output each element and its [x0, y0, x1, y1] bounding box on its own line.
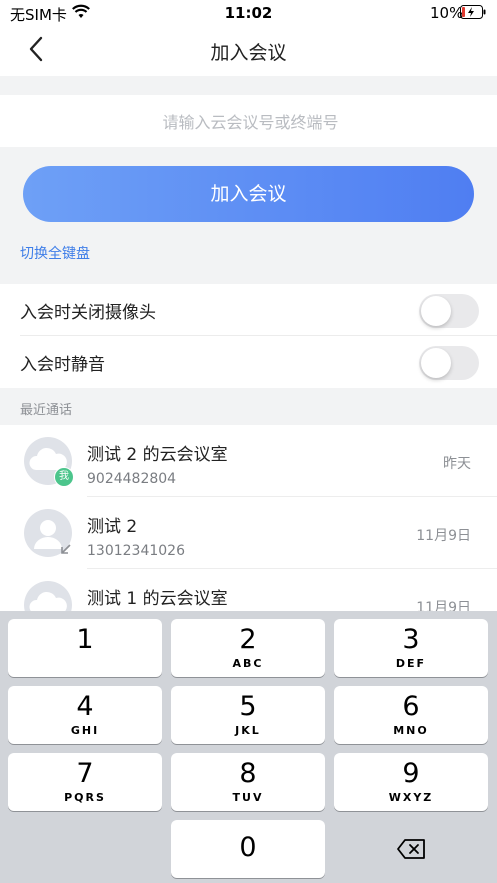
mute-label: 入会时静音 [20, 355, 105, 375]
key-letters: DEF [395, 657, 427, 670]
battery-percent: 10% [430, 4, 464, 22]
contact-name: 测试 1 的云会议室 [87, 589, 228, 609]
me-badge: 我 [54, 467, 74, 487]
contact-number: 13012341026 [87, 543, 185, 559]
meeting-number-input[interactable] [0, 95, 497, 149]
key-1[interactable]: 1 [8, 619, 162, 677]
avatar [24, 509, 72, 557]
key-digit: 1 [76, 624, 94, 655]
toggle-knob [421, 348, 451, 378]
join-meeting-button[interactable]: 加入会议 [23, 166, 474, 222]
key-7[interactable]: 7 PQRS [8, 753, 162, 811]
key-letters: ABC [232, 657, 264, 670]
mute-toggle[interactable] [419, 346, 479, 380]
key-2[interactable]: 2 ABC [171, 619, 325, 677]
key-5[interactable]: 5 JKL [171, 686, 325, 744]
key-digit: 8 [239, 758, 257, 789]
nav-bar: 加入会议 [0, 26, 497, 76]
status-bar: 无SIM卡 11:02 10% [0, 0, 497, 26]
call-date: 昨天 [443, 456, 471, 472]
call-date: 11月9日 [416, 600, 471, 611]
contact-number: 9024482804 [87, 471, 177, 487]
key-digit: 6 [402, 691, 420, 722]
list-item[interactable]: 测试 2 13012341026 11月9日 [0, 497, 497, 569]
key-0[interactable]: 0 [171, 820, 325, 878]
key-3[interactable]: 3 DEF [334, 619, 488, 677]
key-8[interactable]: 8 TUV [171, 753, 325, 811]
numeric-keypad: 1 2 ABC 3 DEF 4 GHI 5 JKL 6 MNO 7 PQRS 8… [0, 611, 497, 883]
key-digit: 4 [76, 691, 94, 722]
key-letters: WXYZ [388, 791, 434, 804]
key-letters: JKL [235, 724, 261, 737]
key-letters: PQRS [64, 791, 106, 804]
key-digit: 0 [239, 832, 257, 863]
avatar: 我 [24, 437, 74, 487]
contact-name: 测试 2 的云会议室 [87, 445, 228, 465]
key-9[interactable]: 9 WXYZ [334, 753, 488, 811]
clock: 11:02 [224, 4, 273, 22]
key-digit: 3 [402, 624, 420, 655]
camera-off-label: 入会时关闭摄像头 [20, 303, 156, 323]
toggle-knob [421, 296, 451, 326]
backspace-icon [397, 839, 425, 859]
avatar [24, 581, 72, 611]
cloud-icon [29, 591, 67, 611]
camera-off-setting-row: 入会时关闭摄像头 [0, 284, 497, 336]
delete-key[interactable] [334, 820, 488, 878]
key-4[interactable]: 4 GHI [8, 686, 162, 744]
call-date: 11月9日 [416, 528, 471, 544]
switch-full-keyboard-link[interactable]: 切换全键盘 [20, 243, 90, 263]
key-digit: 9 [402, 758, 420, 789]
contact-name: 测试 2 [87, 517, 138, 537]
recent-calls-title: 最近通话 [20, 403, 73, 418]
list-item[interactable]: 我 测试 2 的云会议室 9024482804 昨天 [0, 425, 497, 497]
key-digit: 5 [239, 691, 257, 722]
camera-off-toggle[interactable] [419, 294, 479, 328]
key-6[interactable]: 6 MNO [334, 686, 488, 744]
key-digit: 2 [239, 624, 257, 655]
meeting-number-row [0, 95, 497, 149]
key-letters: MNO [393, 724, 429, 737]
recent-calls-list: 我 测试 2 的云会议室 9024482804 昨天 测试 2 13012341… [0, 425, 497, 611]
key-letters: GHI [70, 724, 100, 737]
page-title: 加入会议 [210, 42, 287, 64]
key-digit: 7 [76, 758, 94, 789]
mute-setting-row: 入会时静音 [0, 336, 497, 388]
person-icon [34, 520, 71, 554]
key-letters: TUV [232, 791, 264, 804]
list-item[interactable]: 测试 1 的云会议室 11月9日 [0, 569, 497, 611]
battery-icon [460, 5, 486, 19]
